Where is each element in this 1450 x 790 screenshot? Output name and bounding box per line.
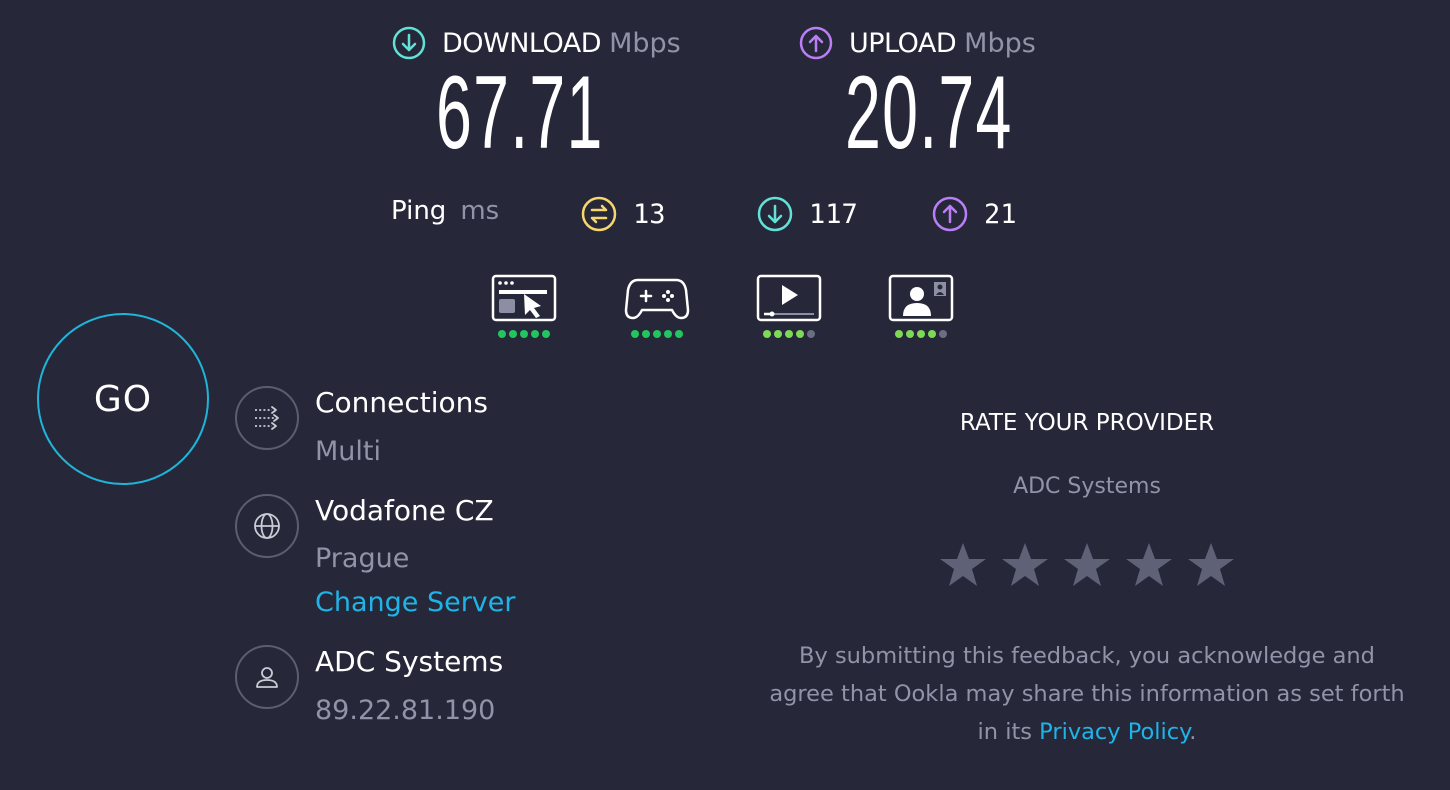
- download-unit: Mbps: [609, 27, 681, 59]
- rating-dot-filled: [774, 330, 782, 338]
- globe-icon: [254, 513, 280, 539]
- ping-label: Ping: [391, 196, 447, 226]
- quality-streaming: [756, 274, 822, 338]
- rating-dot-filled: [509, 330, 517, 338]
- ping-idle-icon: [581, 196, 617, 232]
- rating-dot-empty: [939, 330, 947, 338]
- rating-dot-filled: [906, 330, 914, 338]
- rating-dot-filled: [531, 330, 539, 338]
- go-button-label: GO: [93, 378, 153, 420]
- rating-dot-filled: [664, 330, 672, 338]
- video-streaming-icon: [756, 274, 822, 322]
- connections-title: Connections: [315, 386, 489, 419]
- feedback-period: .: [1189, 719, 1197, 745]
- ping-heading: Ping ms: [391, 196, 499, 226]
- rating-dot-filled: [763, 330, 771, 338]
- server-location: Prague: [315, 543, 410, 574]
- quality-video-call: [888, 274, 954, 338]
- rating-dot-filled: [675, 330, 683, 338]
- star-icon[interactable]: [1062, 540, 1112, 590]
- rating-dot-filled: [631, 330, 639, 338]
- quality-gaming: [624, 274, 690, 338]
- download-arrow-icon: [392, 26, 426, 60]
- server-icon-wrap: [235, 494, 299, 558]
- rating-dot-empty: [807, 330, 815, 338]
- connections-icon-wrap: [235, 386, 299, 450]
- provider-icon-wrap: [235, 645, 299, 709]
- quality-rating-dots: [895, 330, 947, 338]
- upload-latency-icon: [932, 196, 968, 232]
- rating-dot-filled: [796, 330, 804, 338]
- feedback-disclaimer: By submitting this feedback, you acknowl…: [767, 637, 1407, 751]
- provider-name: ADC Systems: [315, 645, 504, 678]
- rating-dot-filled: [642, 330, 650, 338]
- quality-rating-dots: [498, 330, 550, 338]
- video-call-icon: [888, 274, 954, 322]
- download-latency-icon: [757, 196, 793, 232]
- rating-dot-filled: [895, 330, 903, 338]
- ping-download: 117: [757, 196, 858, 232]
- star-icon[interactable]: [1124, 540, 1174, 590]
- ping-idle-value: 13: [633, 198, 666, 230]
- gaming-controller-icon: [624, 278, 690, 320]
- quality-rating-dots: [631, 330, 683, 338]
- rating-dot-filled: [785, 330, 793, 338]
- go-button[interactable]: GO: [37, 313, 209, 485]
- rating-dot-filled: [542, 330, 550, 338]
- rate-provider-title: RATE YOUR PROVIDER: [959, 410, 1215, 436]
- upload-value: 20.74: [845, 55, 1013, 171]
- change-server-link[interactable]: Change Server: [315, 587, 516, 618]
- rate-provider-name: ADC Systems: [1013, 474, 1161, 499]
- ping-upload: 21: [932, 196, 1017, 232]
- rating-dot-filled: [653, 330, 661, 338]
- quality-web-browsing: [491, 274, 557, 338]
- rating-dot-filled: [917, 330, 925, 338]
- rating-dot-filled: [520, 330, 528, 338]
- star-icon[interactable]: [1186, 540, 1236, 590]
- user-icon: [256, 667, 278, 688]
- rating-dot-filled: [928, 330, 936, 338]
- ping-upload-value: 21: [984, 198, 1017, 230]
- rating-stars: [938, 540, 1236, 590]
- star-icon[interactable]: [938, 540, 988, 590]
- star-icon[interactable]: [1000, 540, 1050, 590]
- provider-ip: 89.22.81.190: [315, 695, 496, 726]
- connections-value[interactable]: Multi: [315, 436, 381, 467]
- download-value: 67.71: [436, 55, 604, 171]
- quality-rating-dots: [763, 330, 815, 338]
- upload-arrow-icon: [799, 26, 833, 60]
- server-name: Vodafone CZ: [315, 494, 494, 527]
- connections-icon: [255, 406, 279, 430]
- ping-idle: 13: [581, 196, 666, 232]
- rating-dot-filled: [498, 330, 506, 338]
- ping-unit: ms: [460, 196, 500, 226]
- privacy-policy-link[interactable]: Privacy Policy: [1039, 719, 1189, 745]
- ping-download-value: 117: [809, 198, 858, 230]
- web-browsing-icon: [491, 274, 557, 322]
